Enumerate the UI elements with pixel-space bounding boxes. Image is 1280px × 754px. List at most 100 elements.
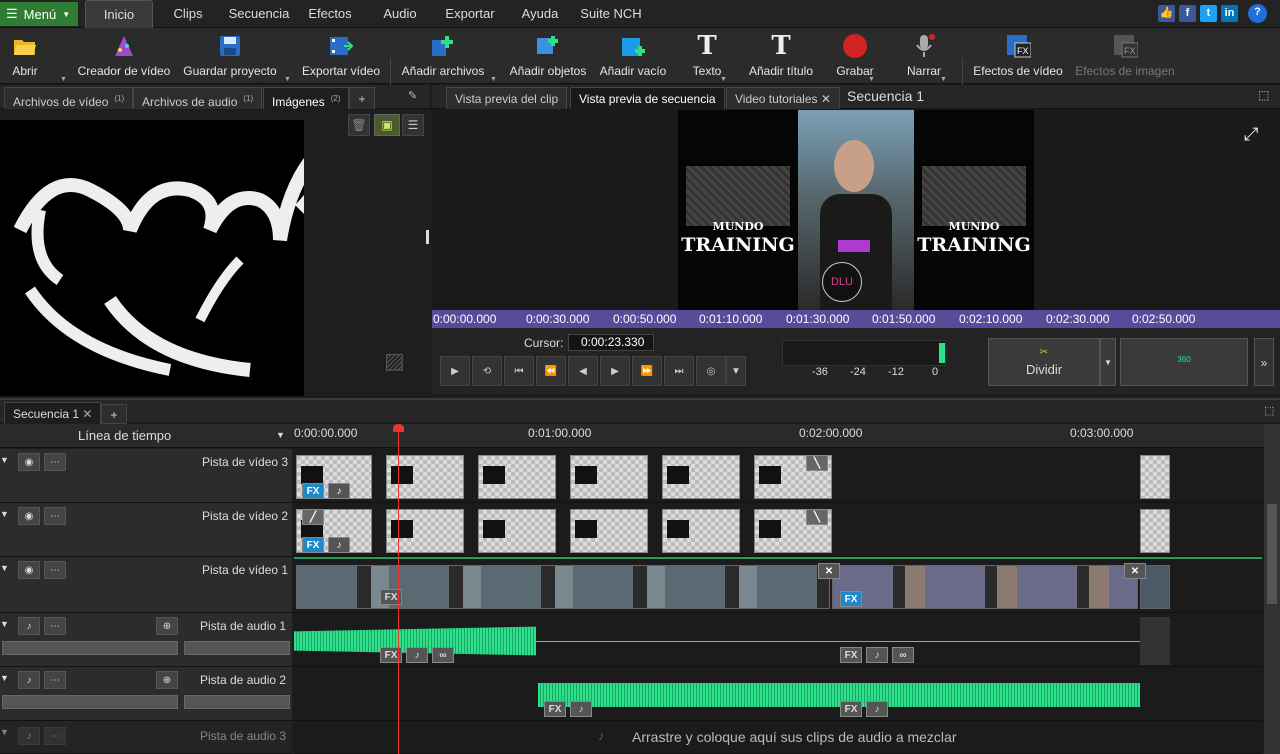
timeline-mode-select[interactable]: Línea de tiempo: [78, 428, 171, 443]
collapse-arrow-icon[interactable]: ▼: [0, 563, 9, 573]
open-button[interactable]: Abrir: [4, 30, 46, 82]
preview-scrubber[interactable]: 0:00:00.000 0:00:30.000 0:00:50.000 0:01…: [432, 310, 1280, 328]
track-options-icon[interactable]: ⋯: [44, 453, 66, 471]
transition-icon[interactable]: ╲: [806, 455, 828, 471]
image-clip[interactable]: [478, 455, 556, 499]
timeline-scrollbar[interactable]: [1264, 424, 1280, 754]
add-bin-tab-button[interactable]: +: [349, 87, 375, 109]
cursor-time-field[interactable]: 0:00:23.330: [568, 334, 654, 351]
transition-icon[interactable]: ✕: [1124, 563, 1146, 579]
help-icon[interactable]: ?: [1248, 4, 1267, 23]
video-clip[interactable]: [296, 565, 830, 609]
save-dropdown-arrow[interactable]: ▼: [284, 76, 291, 83]
fullscreen-icon[interactable]: ⤢: [1244, 124, 1258, 145]
prev-clip-icon[interactable]: ⏪: [536, 356, 566, 386]
image-clip[interactable]: [662, 455, 740, 499]
linkedin-icon[interactable]: in: [1221, 5, 1238, 22]
image-clip[interactable]: [570, 509, 648, 553]
go-start-icon[interactable]: ⏮: [504, 356, 534, 386]
narrate-dropdown-arrow[interactable]: ▼: [940, 76, 947, 83]
video-clip[interactable]: [832, 565, 1138, 609]
speaker-icon[interactable]: ♪: [18, 727, 40, 745]
microphone-icon[interactable]: ♪: [328, 483, 350, 499]
video-creator-button[interactable]: Creador de vídeo: [76, 30, 172, 82]
loop-icon[interactable]: ⟲: [472, 356, 502, 386]
tab-suite-nch[interactable]: Suite NCH: [578, 0, 644, 28]
like-icon[interactable]: 👍: [1158, 5, 1175, 22]
add-blank-button[interactable]: Añadir vacío: [598, 30, 668, 82]
link-icon[interactable]: ∞: [892, 647, 914, 663]
export-video-button[interactable]: Exportar vídeo: [300, 30, 382, 82]
collapse-arrow-icon[interactable]: ▼: [0, 455, 9, 465]
playhead-handle[interactable]: [393, 424, 404, 432]
speaker-icon[interactable]: ♪: [18, 671, 40, 689]
link-icon[interactable]: ∞: [432, 647, 454, 663]
fx-badge[interactable]: FX: [302, 483, 324, 499]
tab-images[interactable]: Imágenes (2): [263, 87, 350, 109]
zoom-icon[interactable]: ⊕: [156, 617, 178, 635]
main-menu-button[interactable]: ☰ Menú ▼: [0, 2, 78, 26]
list-view-icon[interactable]: ☰: [402, 114, 424, 136]
playhead[interactable]: [393, 424, 404, 754]
tab-audio[interactable]: Audio: [378, 0, 422, 28]
tab-sequence-1[interactable]: Secuencia 1 ✕: [4, 402, 102, 424]
add-files-dropdown-arrow[interactable]: ▼: [490, 76, 497, 83]
go-end-icon[interactable]: ⏭: [664, 356, 694, 386]
image-clip[interactable]: [570, 455, 648, 499]
pin-icon[interactable]: ✎: [408, 89, 417, 102]
fx-badge[interactable]: FX: [840, 701, 862, 717]
transition-icon[interactable]: ✕: [818, 563, 840, 579]
narrate-button[interactable]: Narrar: [902, 30, 946, 82]
prev-frame-icon[interactable]: ◀: [568, 356, 598, 386]
pan-slider[interactable]: [184, 641, 290, 655]
microphone-icon[interactable]: ♪: [328, 537, 350, 553]
eye-icon[interactable]: ◉: [18, 453, 40, 471]
speaker-icon[interactable]: ♪: [570, 701, 592, 717]
track-options-icon[interactable]: ⋯: [44, 561, 66, 579]
tab-audio-files[interactable]: Archivos de audio (1): [133, 87, 263, 109]
next-clip-icon[interactable]: ⏩: [632, 356, 662, 386]
text-button[interactable]: T Texto: [686, 30, 728, 82]
audio-clip-end[interactable]: [1140, 617, 1170, 665]
zoom-icon[interactable]: ⊕: [156, 671, 178, 689]
image-clip[interactable]: [1140, 455, 1170, 499]
track-options-icon[interactable]: ⋯: [44, 671, 66, 689]
undock-icon[interactable]: ⬚: [1258, 88, 1269, 102]
collapse-arrow-icon[interactable]: ▼: [0, 509, 9, 519]
text-dropdown-arrow[interactable]: ▼: [720, 76, 727, 83]
image-clip[interactable]: [1140, 509, 1170, 553]
eye-icon[interactable]: ◉: [18, 561, 40, 579]
360-button[interactable]: 360: [1120, 338, 1248, 386]
tab-video-tutorials[interactable]: Video tutoriales ✕: [726, 87, 840, 109]
close-icon[interactable]: ✕: [82, 407, 92, 421]
undock-icon[interactable]: ⬚: [1264, 404, 1274, 417]
video-effects-button[interactable]: FX Efectos de vídeo: [970, 30, 1066, 82]
speaker-icon[interactable]: ♪: [18, 617, 40, 635]
panel-splitter-handle[interactable]: [426, 230, 429, 244]
tab-clips[interactable]: Clips: [165, 0, 211, 28]
record-button[interactable]: Grabar: [832, 30, 878, 82]
fx-badge[interactable]: FX: [840, 647, 862, 663]
twitter-icon[interactable]: t: [1200, 5, 1217, 22]
chevron-down-icon[interactable]: ▼: [276, 430, 285, 440]
image-clip[interactable]: [478, 509, 556, 553]
speaker-icon[interactable]: ♪: [866, 701, 888, 717]
add-files-button[interactable]: Añadir archivos: [398, 30, 488, 82]
transition-icon[interactable]: ╱: [302, 509, 324, 525]
collapse-arrow-icon[interactable]: ▼: [0, 727, 9, 737]
add-title-button[interactable]: T Añadir título: [744, 30, 818, 82]
snapshot-icon[interactable]: ◎: [696, 356, 726, 386]
tab-exportar[interactable]: Exportar: [440, 0, 500, 28]
fx-badge[interactable]: FX: [840, 591, 862, 607]
close-icon[interactable]: ✕: [821, 92, 831, 106]
tab-secuencia[interactable]: Secuencia: [224, 0, 294, 28]
fx-badge[interactable]: FX: [544, 701, 566, 717]
track-audio-3-dropzone[interactable]: ♪ Arrastre y coloque aquí sus clips de a…: [294, 721, 1262, 754]
speaker-icon[interactable]: ♪: [866, 647, 888, 663]
track-options-icon[interactable]: ⋯: [44, 507, 66, 525]
save-project-button[interactable]: Guardar proyecto: [180, 30, 280, 82]
add-objects-button[interactable]: Añadir objetos: [506, 30, 590, 82]
tab-clip-preview[interactable]: Vista previa del clip: [446, 87, 568, 109]
track-options-icon[interactable]: ⋯: [44, 727, 66, 745]
add-folder-icon[interactable]: ▣: [374, 114, 400, 136]
